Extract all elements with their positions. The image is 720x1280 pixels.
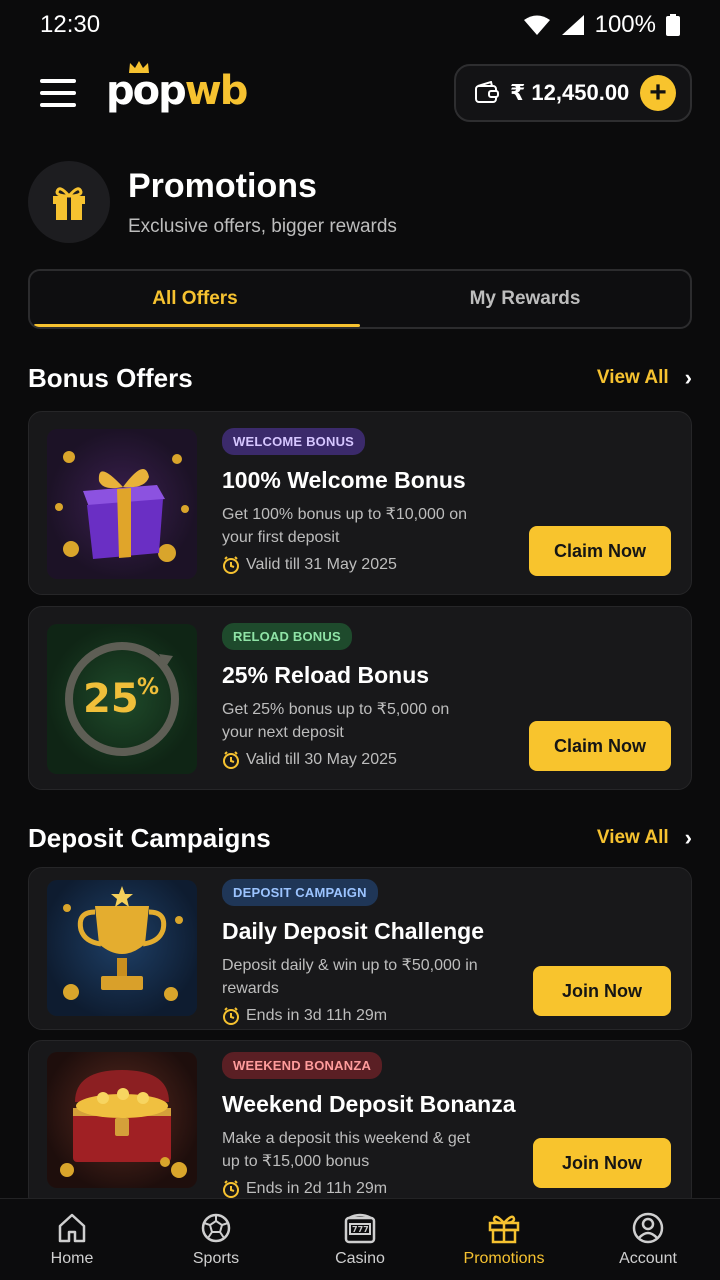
offer-card: 25 % RELOAD BONUS 25% Reload Bonus Get 2… <box>28 606 692 790</box>
status-bar: 12:30 100% <box>0 0 720 50</box>
campaign-badge: WEEKEND BONANZA <box>222 1052 383 1079</box>
claim-now-button[interactable]: Claim Now <box>529 721 671 771</box>
status-time: 12:30 <box>40 11 101 38</box>
page-title: Promotions <box>128 166 317 205</box>
nav-sports[interactable]: Sports <box>144 1199 288 1280</box>
treasure-chest-image <box>47 1052 197 1188</box>
bonus-offers-header: Bonus Offers View All › <box>28 360 692 396</box>
crown-icon <box>129 61 149 73</box>
popwb-logo[interactable]: popwb <box>106 61 248 114</box>
offer-description: Get 25% bonus up to ₹5,000 on your next … <box>222 701 450 741</box>
deposit-campaigns-header: Deposit Campaigns View All › <box>28 820 692 856</box>
view-all-deposit-link[interactable]: View All › <box>597 825 692 851</box>
tab-all-offers[interactable]: All Offers <box>30 271 360 327</box>
campaign-title: Weekend Deposit Bonanza <box>222 1091 516 1117</box>
wifi-icon <box>523 15 550 35</box>
campaign-description: Make a deposit this weekend & get up to … <box>222 1130 471 1170</box>
view-all-bonus-link[interactable]: View All › <box>597 365 692 391</box>
chevron-right-icon: › <box>684 365 692 390</box>
clock-icon <box>223 1007 239 1025</box>
menu-icon[interactable] <box>40 79 76 107</box>
campaign-card: DEPOSIT CAMPAIGN Daily Deposit Challenge… <box>28 867 692 1030</box>
nav-account[interactable]: Account <box>576 1199 720 1280</box>
nav-home[interactable]: Home <box>0 1199 144 1280</box>
app-header: popwb ₹ 12,450.00 + <box>28 61 692 124</box>
svg-text:%: % <box>137 675 159 700</box>
gift-icon <box>28 161 110 243</box>
tab-my-rewards[interactable]: My Rewards <box>360 271 690 327</box>
svg-text:777: 777 <box>352 1225 369 1234</box>
nav-promotions[interactable]: Promotions <box>432 1199 576 1280</box>
wallet-balance[interactable]: ₹ 12,450.00 + <box>454 64 692 122</box>
offer-title: 25% Reload Bonus <box>222 662 430 688</box>
chevron-right-icon: › <box>684 825 692 850</box>
wallet-icon <box>475 81 499 103</box>
gold-trophy-image <box>47 880 197 1016</box>
join-now-button[interactable]: Join Now <box>533 1138 671 1188</box>
join-now-button[interactable]: Join Now <box>533 966 671 1016</box>
signal-icon <box>561 15 584 35</box>
battery-icon <box>666 14 680 36</box>
home-icon <box>58 1213 86 1242</box>
promotions-header: Promotions Exclusive offers, bigger rewa… <box>28 160 692 244</box>
campaign-title: Daily Deposit Challenge <box>222 918 485 944</box>
reload-25-image: 25 % <box>47 624 197 774</box>
football-icon <box>201 1213 231 1242</box>
battery-percent: 100% <box>594 11 656 38</box>
offer-title: 100% Welcome Bonus <box>222 467 466 493</box>
clock-icon <box>223 556 239 574</box>
add-funds-button[interactable]: + <box>640 75 676 111</box>
page-subtitle: Exclusive offers, bigger rewards <box>128 215 397 237</box>
offer-badge: RELOAD BONUS <box>222 623 352 650</box>
svg-text:25: 25 <box>83 676 139 722</box>
claim-now-button[interactable]: Claim Now <box>529 526 671 576</box>
nav-casino[interactable]: 777 Casino <box>288 1199 432 1280</box>
campaign-card: WEEKEND BONANZA Weekend Deposit Bonanza … <box>28 1040 692 1210</box>
campaign-badge: DEPOSIT CAMPAIGN <box>222 879 378 906</box>
clock-icon <box>223 1180 239 1198</box>
offers-tabs: All Offers My Rewards <box>28 269 692 329</box>
user-icon <box>632 1212 664 1243</box>
section-title: Bonus Offers <box>28 362 193 393</box>
status-icons: 100% <box>523 11 680 39</box>
campaign-description: Deposit daily & win up to ₹50,000 in rew… <box>222 957 478 997</box>
clock-icon <box>223 751 239 769</box>
offer-badge: WELCOME BONUS <box>222 428 366 455</box>
section-title: Deposit Campaigns <box>28 822 271 853</box>
gift-icon <box>488 1215 520 1243</box>
wallet-amount: ₹ 12,450.00 <box>510 80 630 105</box>
purple-gift-image <box>47 429 197 579</box>
bottom-nav: Home Sports 777 Casino Promotions Accoun… <box>0 1198 720 1280</box>
offer-description: Get 100% bonus up to ₹10,000 on your fir… <box>222 506 468 546</box>
slot-machine-icon: 777 <box>344 1213 376 1243</box>
offer-card: WELCOME BONUS 100% Welcome Bonus Get 100… <box>28 411 692 595</box>
